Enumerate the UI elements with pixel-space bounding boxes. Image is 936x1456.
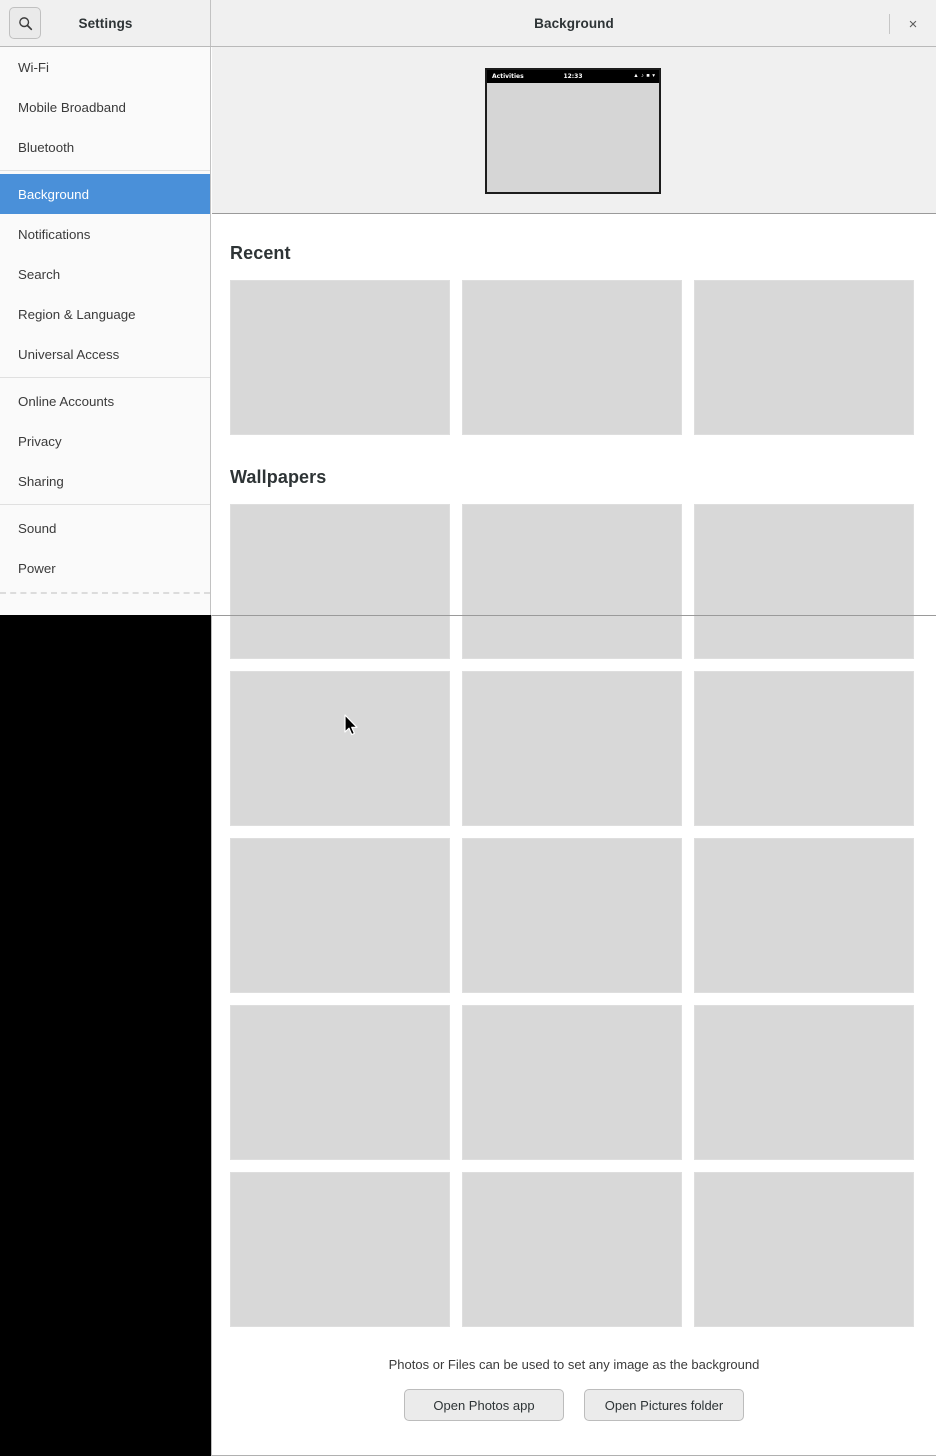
sidebar-item-power[interactable]: Power [0, 548, 210, 588]
open-photos-app-button[interactable]: Open Photos app [404, 1389, 564, 1421]
recent-thumbnail-grid [212, 280, 936, 435]
app-title: Settings [78, 15, 133, 31]
preview-status-icons: ▲ ♪ ■ ▾ [633, 72, 655, 80]
sidebar-item-sound[interactable]: Sound [0, 508, 210, 548]
sidebar-item-background[interactable]: Background [0, 174, 210, 214]
wallpaper-3[interactable] [694, 504, 914, 659]
sidebar-item-search[interactable]: Search [0, 254, 210, 294]
sidebar-item-label: Sound [18, 520, 57, 536]
sidebar-item-wi-fi[interactable]: Wi-Fi [0, 47, 210, 87]
close-button[interactable]: × [902, 13, 924, 35]
recent-wallpaper-2[interactable] [462, 280, 682, 435]
preview-top-bar: Activities 12:33 ▲ ♪ ■ ▾ [487, 70, 659, 83]
sidebar-item-privacy[interactable]: Privacy [0, 421, 210, 461]
recent-heading: Recent [230, 243, 291, 263]
recent-wallpaper-3[interactable] [694, 280, 914, 435]
sidebar-group-separator [0, 504, 210, 505]
sidebar-item-label: Region & Language [18, 306, 136, 322]
header-divider [889, 14, 890, 34]
wallpaper-13[interactable] [230, 1172, 450, 1327]
sidebar-item-region-language[interactable]: Region & Language [0, 294, 210, 334]
screen: Settings Background × Wi-Fi Mobile Broadb… [0, 0, 936, 1456]
battery-icon: ■ [646, 72, 650, 79]
wallpaper-12[interactable] [694, 1005, 914, 1160]
content-pane: Activities 12:33 ▲ ♪ ■ ▾ Recent Wallpape… [212, 47, 936, 1456]
preview-wallpaper [487, 83, 659, 192]
background-preview-area: Activities 12:33 ▲ ♪ ■ ▾ [212, 47, 936, 214]
wallpaper-15[interactable] [694, 1172, 914, 1327]
wallpaper-9[interactable] [694, 838, 914, 993]
sidebar-item-label: Sharing [18, 473, 64, 489]
sidebar-scroll-indicator [0, 592, 210, 594]
sidebar-item-online-accounts[interactable]: Online Accounts [0, 381, 210, 421]
sidebar-item-label: Mobile Broadband [18, 99, 126, 115]
wallpaper-8[interactable] [462, 838, 682, 993]
sidebar-item-label: Online Accounts [18, 393, 115, 409]
sidebar-item-label: Background [18, 186, 89, 202]
sidebar-group-separator [0, 170, 210, 171]
sidebar-item-label: Power [18, 560, 56, 576]
header-bar: Settings Background × [0, 0, 936, 47]
wallpaper-14[interactable] [462, 1172, 682, 1327]
recent-wallpaper-1[interactable] [230, 280, 450, 435]
desktop-background [0, 615, 211, 1456]
wallpaper-11[interactable] [462, 1005, 682, 1160]
sidebar-item-bluetooth[interactable]: Bluetooth [0, 127, 210, 167]
footer-note: Photos or Files can be used to set any i… [388, 1357, 760, 1372]
wallpaper-5[interactable] [462, 671, 682, 826]
wallpaper-4[interactable] [230, 671, 450, 826]
sidebar-item-notifications[interactable]: Notifications [0, 214, 210, 254]
wallpaper-6[interactable] [694, 671, 914, 826]
sidebar-group-separator [0, 377, 210, 378]
wallpaper-7[interactable] [230, 838, 450, 993]
wallpapers-thumbnail-grid [212, 504, 936, 1327]
sidebar[interactable]: Wi-Fi Mobile Broadband Bluetooth Background… [0, 47, 211, 615]
wallpapers-heading: Wallpapers [230, 467, 327, 487]
sidebar-item-label: Universal Access [18, 346, 120, 362]
sidebar-item-label: Wi-Fi [18, 59, 50, 75]
sidebar-item-mobile-broadband[interactable]: Mobile Broadband [0, 87, 210, 127]
wallpaper-10[interactable] [230, 1005, 450, 1160]
desktop-preview-monitor[interactable]: Activities 12:33 ▲ ♪ ■ ▾ [485, 68, 661, 194]
footer-buttons: Open Photos app Open Pictures folder [212, 1389, 936, 1421]
sidebar-nav-list: Wi-Fi Mobile Broadband Bluetooth Background… [0, 47, 210, 588]
sidebar-item-label: Search [18, 266, 61, 282]
sidebar-item-label: Privacy [18, 433, 62, 449]
volume-icon: ♪ [641, 72, 644, 79]
sidebar-item-label: Notifications [18, 226, 91, 242]
sidebar-item-universal-access[interactable]: Universal Access [0, 334, 210, 374]
sidebar-item-sharing[interactable]: Sharing [0, 461, 210, 501]
wifi-icon: ▲ [633, 72, 639, 79]
wallpaper-2[interactable] [462, 504, 682, 659]
content-left-border [211, 615, 212, 1456]
page-title: Background [534, 15, 614, 31]
sidebar-item-label: Bluetooth [18, 139, 75, 155]
wallpaper-1[interactable] [230, 504, 450, 659]
open-pictures-folder-button[interactable]: Open Pictures folder [584, 1389, 744, 1421]
chevron-down-icon: ▾ [652, 72, 655, 79]
